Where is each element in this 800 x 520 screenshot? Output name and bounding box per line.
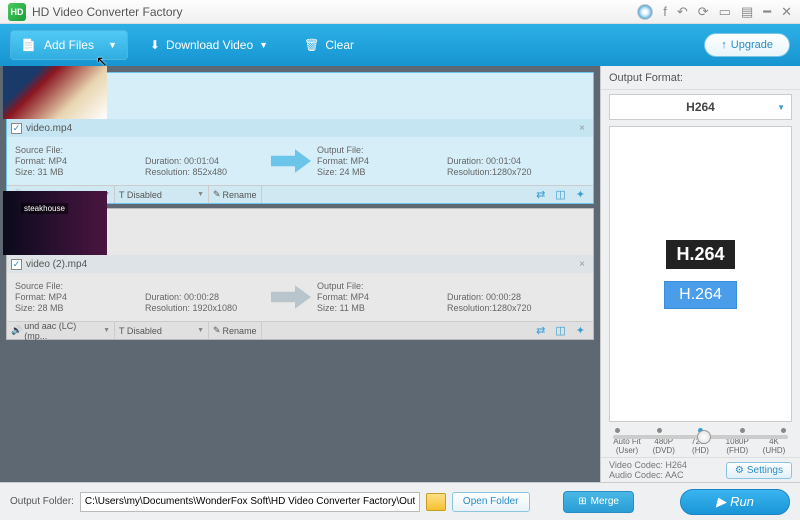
clear-button[interactable]: 🗑 Clear bbox=[290, 38, 368, 52]
app-logo: HD bbox=[8, 3, 26, 21]
output-resolution: Resolution:1280x720 bbox=[447, 167, 567, 177]
settings-label: Settings bbox=[747, 465, 783, 476]
menu-icon[interactable]: ▤ bbox=[741, 4, 753, 20]
remove-item-icon[interactable]: × bbox=[575, 259, 589, 270]
facebook-icon[interactable]: f bbox=[663, 4, 667, 19]
arrow-icon bbox=[271, 284, 311, 310]
checkbox[interactable]: ✓ bbox=[11, 259, 22, 270]
video-thumbnail[interactable] bbox=[3, 191, 107, 255]
output-size: Size: 11 MB bbox=[317, 303, 447, 313]
play-icon: ▶ bbox=[716, 494, 726, 510]
source-resolution: Resolution: 1920x1080 bbox=[145, 303, 265, 313]
list-item[interactable]: ✓ video.mp4 × Source File: Format: MP4 S… bbox=[6, 72, 594, 204]
up-arrow-icon: ↑ bbox=[721, 39, 727, 51]
format-select[interactable]: H264 ▼ bbox=[609, 94, 792, 120]
output-folder-label: Output Folder: bbox=[10, 496, 74, 507]
source-format: Format: MP4 bbox=[15, 292, 145, 302]
minimize-icon[interactable]: ━ bbox=[763, 4, 771, 20]
format-value: H264 bbox=[686, 100, 715, 114]
download-icon: ⬇ bbox=[150, 38, 160, 52]
run-button[interactable]: ▶ Run bbox=[680, 489, 790, 515]
output-size: Size: 24 MB bbox=[317, 167, 447, 177]
download-label: Download Video bbox=[166, 38, 253, 52]
add-files-button[interactable]: 📄 Add Files ▼ ↖ bbox=[10, 30, 128, 60]
slider-thumb[interactable] bbox=[697, 430, 711, 444]
source-size: Size: 31 MB bbox=[15, 167, 145, 177]
browse-folder-icon[interactable] bbox=[426, 493, 446, 511]
add-files-label: Add Files bbox=[44, 38, 94, 52]
crop-icon[interactable]: ◫ bbox=[555, 324, 565, 337]
effects-icon[interactable]: ✦ bbox=[576, 188, 585, 201]
merge-icon: ⊞ bbox=[578, 496, 586, 507]
disc-icon[interactable] bbox=[637, 4, 653, 20]
settings-button[interactable]: ⚙ Settings bbox=[726, 462, 792, 479]
rename-button[interactable]: ✎Rename bbox=[209, 186, 262, 203]
output-duration: Duration: 00:00:28 bbox=[447, 292, 567, 302]
subtitle-select[interactable]: T Disabled▼ bbox=[115, 186, 209, 203]
merge-label: Merge bbox=[591, 496, 619, 507]
source-duration: Duration: 00:01:04 bbox=[145, 156, 265, 166]
remove-item-icon[interactable]: × bbox=[575, 123, 589, 134]
source-label: Source File: bbox=[15, 145, 145, 155]
shuffle-icon[interactable]: ⇄ bbox=[536, 188, 545, 201]
output-resolution: Resolution:1280x720 bbox=[447, 303, 567, 313]
run-label: Run bbox=[730, 494, 754, 509]
output-duration: Duration: 00:01:04 bbox=[447, 156, 567, 166]
source-format: Format: MP4 bbox=[15, 156, 145, 166]
message-icon[interactable]: ▭ bbox=[719, 4, 731, 20]
preview-badge-blue: H.264 bbox=[664, 281, 737, 309]
clear-label: Clear bbox=[325, 38, 354, 52]
subtitle-select[interactable]: T Disabled▼ bbox=[115, 322, 209, 339]
output-label: Output File: bbox=[317, 145, 447, 155]
undo-icon[interactable]: ↶ bbox=[677, 4, 688, 20]
output-label: Output File: bbox=[317, 281, 447, 291]
video-codec: Video Codec: H264 bbox=[609, 460, 687, 470]
video-thumbnail[interactable] bbox=[3, 66, 107, 119]
preview-badge-dark: H.264 bbox=[666, 240, 734, 269]
chevron-down-icon: ▼ bbox=[777, 103, 785, 112]
source-label: Source File: bbox=[15, 281, 145, 291]
output-format: Format: MP4 bbox=[317, 156, 447, 166]
arrow-icon bbox=[271, 148, 311, 174]
checkbox[interactable]: ✓ bbox=[11, 123, 22, 134]
source-duration: Duration: 00:00:28 bbox=[145, 292, 265, 302]
resolution-slider[interactable] bbox=[609, 430, 792, 444]
crop-icon[interactable]: ◫ bbox=[555, 188, 565, 201]
refresh-icon[interactable]: ⟳ bbox=[698, 4, 709, 20]
output-format-header: Output Format: bbox=[601, 66, 800, 90]
trash-icon: 🗑 bbox=[304, 38, 319, 52]
list-item[interactable]: ✓ video (2).mp4 × Source File: Format: M… bbox=[6, 208, 594, 340]
source-size: Size: 28 MB bbox=[15, 303, 145, 313]
filename: video.mp4 bbox=[26, 123, 72, 134]
chevron-down-icon[interactable]: ▼ bbox=[259, 40, 268, 50]
upgrade-label: Upgrade bbox=[731, 39, 773, 51]
filename: video (2).mp4 bbox=[26, 259, 87, 270]
download-video-button[interactable]: ⬇ Download Video ▼ bbox=[136, 38, 282, 52]
format-preview[interactable]: H.264 H.264 bbox=[609, 126, 792, 422]
audio-track-select[interactable]: 🔊und aac (LC) (mp...▼ bbox=[7, 322, 115, 339]
output-folder-input[interactable] bbox=[80, 492, 420, 512]
effects-icon[interactable]: ✦ bbox=[576, 324, 585, 337]
audio-codec: Audio Codec: AAC bbox=[609, 470, 687, 480]
add-file-icon: 📄 bbox=[21, 38, 36, 52]
merge-button[interactable]: ⊞ Merge bbox=[563, 491, 634, 513]
shuffle-icon[interactable]: ⇄ bbox=[536, 324, 545, 337]
open-folder-button[interactable]: Open Folder bbox=[452, 492, 530, 512]
chevron-down-icon[interactable]: ▼ bbox=[108, 40, 117, 50]
file-list: ✓ video.mp4 × Source File: Format: MP4 S… bbox=[0, 66, 600, 482]
app-title: HD Video Converter Factory bbox=[32, 5, 637, 19]
rename-button[interactable]: ✎Rename bbox=[209, 322, 262, 339]
source-resolution: Resolution: 852x480 bbox=[145, 167, 265, 177]
gear-icon: ⚙ bbox=[735, 465, 744, 476]
close-icon[interactable]: ✕ bbox=[781, 4, 792, 20]
upgrade-button[interactable]: ↑ Upgrade bbox=[704, 33, 790, 57]
output-format: Format: MP4 bbox=[317, 292, 447, 302]
